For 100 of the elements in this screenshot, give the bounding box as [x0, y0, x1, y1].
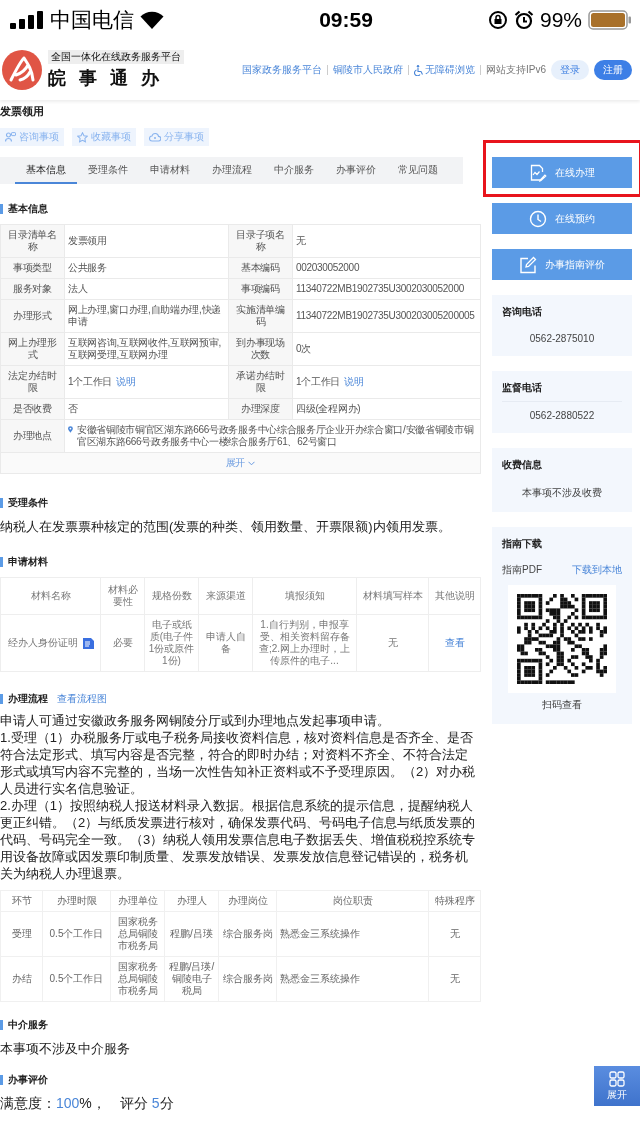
- tab[interactable]: 中介服务: [263, 157, 325, 184]
- table-cell: 无: [356, 614, 429, 672]
- table-cell: 综合服务岗: [218, 956, 277, 1002]
- table-cell: 综合服务岗: [218, 911, 277, 957]
- expand-button[interactable]: 展开: [594, 1066, 640, 1106]
- process-text: 1.受理（1）办税服务厅或电子税务局接收资料信息，核对资料信息是否齐全、是否符合法定形式、填写内容是否完整，符合的即时办结；对资料不齐全、不符合法定形式或填写内容不完整的，当场一次性告知补正资料或不予受理原因。（2）对办税人员进行实名信息验证。: [0, 729, 477, 797]
- table-cell: 必要: [100, 614, 145, 672]
- card-title: 咨询电话: [502, 305, 543, 319]
- file-label: 指南PDF: [502, 563, 542, 577]
- section-heading: 申请材料: [8, 555, 48, 569]
- section-heading: 基本信息: [8, 202, 48, 216]
- field-value: 否: [64, 398, 229, 420]
- field-value: 互联网咨询,互联网收件,互联网预审,互联网受理,互联网办理: [64, 332, 229, 366]
- page-title: 发票领用: [0, 104, 44, 118]
- battery-icon: [588, 10, 632, 30]
- section-heading: 中介服务: [8, 1018, 48, 1032]
- view-link[interactable]: 查看: [444, 637, 465, 648]
- conditions-text: 纳税人在发票票种核定的范围(发票的种类、领用数量、开票限额)内领用发票。: [0, 518, 452, 535]
- field-value: 无: [292, 224, 481, 258]
- header-link[interactable]: 铜陵市人民政府: [333, 63, 403, 77]
- column-header: 填报须知: [252, 577, 357, 615]
- chevron-down-icon: [248, 460, 256, 466]
- rating-text: 满意度：100%， 评分 5分: [0, 1095, 174, 1113]
- tab[interactable]: 受理条件: [77, 157, 139, 184]
- clock-icon: [529, 209, 547, 228]
- field-label: 办理地点: [0, 419, 65, 453]
- tab[interactable]: 申请材料: [139, 157, 201, 184]
- side-action-button[interactable]: 在线办理: [492, 157, 632, 188]
- grid-icon: [609, 1070, 625, 1087]
- tab[interactable]: 基本信息: [15, 157, 77, 184]
- field-label: 法定办结时限: [0, 365, 65, 399]
- field-value: 四级(全程网办): [292, 398, 481, 420]
- intermediary-text: 本事项不涉及中介服务: [0, 1040, 131, 1057]
- header-link[interactable]: 国家政务服务平台: [242, 63, 322, 77]
- table-cell: 0.5个工作日: [42, 911, 111, 957]
- flowchart-link[interactable]: 查看流程图: [57, 692, 107, 706]
- alarm-icon: [513, 10, 534, 30]
- table-cell: 电子或纸质(电子件1份或原件1份): [144, 614, 199, 672]
- tab[interactable]: 办事评价: [325, 157, 387, 184]
- column-header: 规格份数: [144, 577, 199, 615]
- field-value: 发票领用: [64, 224, 229, 258]
- table-cell: 熟悉金三系统操作: [276, 956, 429, 1002]
- action-chip[interactable]: 收藏事项: [72, 128, 136, 146]
- column-header: 办理单位: [110, 890, 165, 912]
- location-pin-icon: [68, 424, 73, 435]
- address-text: 安徽省铜陵市铜官区湖东路666号政务服务中心综合服务厅企业开办综合窗口/安徽省铜陵市铜官区湖东路666号政务服务中心一楼综合服务厅61、62号窗口: [76, 424, 475, 448]
- people-chat-icon: [5, 132, 16, 142]
- table-cell: 熟悉金三系统操作: [276, 911, 429, 957]
- field-label: 到办事现场次数: [228, 332, 293, 366]
- tab[interactable]: 常见问题: [387, 157, 449, 184]
- expand-link[interactable]: 展开: [225, 457, 256, 469]
- column-header: 材料名称: [0, 577, 101, 615]
- fee-text: 本事项不涉及收费: [521, 486, 603, 500]
- brand-name: 皖 事 通 办: [48, 67, 164, 90]
- login-button[interactable]: 登录: [551, 60, 589, 80]
- download-link[interactable]: 下载到本地: [572, 563, 622, 577]
- table-cell: 1.自行判别，申报享受、相关资料留存备查;2.网上办理时，上传原件的电子...: [252, 614, 357, 672]
- section-heading: 办事评价: [8, 1073, 48, 1087]
- table-cell: 程鹏/吕瑛/铜陵电子税局: [164, 956, 219, 1002]
- section-heading: 受理条件: [8, 496, 48, 510]
- tab[interactable]: 办理流程: [201, 157, 263, 184]
- section-heading: 办理流程: [8, 692, 48, 706]
- process-text: 2.办理（1）按照纳税人报送材料录入数据。根据信息系统的提示信息，提醒纳税人更正纠错。（2）与纸质发票进行核对，确保发票代码、号码电子信息与纸质发票的代码、号码完全一致。（3）纳税人领用发票信息电子数据丢失、增值税税控系统专用设备故障或因发票印制质量、发票发放错误、发票发放信息登记错误的，税务机关为纳税人办理退票。: [0, 797, 477, 882]
- edit-icon: [519, 255, 537, 274]
- header-link[interactable]: 无障碍浏览: [414, 63, 475, 77]
- table-cell: 国家税务总局铜陵市税务局: [110, 956, 165, 1002]
- explain-link[interactable]: 说明: [344, 376, 364, 387]
- column-header: 来源渠道: [198, 577, 253, 615]
- table-cell: 0.5个工作日: [42, 956, 111, 1002]
- platform-label: 全国一体化在线政务服务平台: [48, 50, 184, 64]
- column-header: 办理岗位: [218, 890, 277, 912]
- share-icon: [149, 132, 161, 142]
- side-action-button[interactable]: 在线预约: [492, 203, 632, 234]
- column-header: 环节: [0, 890, 43, 912]
- table-cell: 无: [428, 956, 481, 1002]
- table-cell: 受理: [0, 911, 43, 957]
- action-chip[interactable]: 咨询事项: [0, 128, 64, 146]
- clock-time: 09:59: [319, 8, 373, 32]
- signal-icon: [10, 11, 44, 29]
- action-chip[interactable]: 分享事项: [144, 128, 209, 146]
- side-action-button[interactable]: 办事指南评价: [492, 249, 632, 280]
- explain-link[interactable]: 说明: [116, 376, 136, 387]
- material-name: 经办人身份证明: [7, 637, 78, 649]
- field-value: 002030052000: [292, 257, 481, 279]
- field-label: 服务对象: [0, 278, 65, 300]
- card-title: 指南下载: [502, 537, 543, 551]
- star-icon: [77, 131, 88, 143]
- column-header: 办理人: [164, 890, 219, 912]
- field-value: 法人: [64, 278, 229, 300]
- field-label: 是否收费: [0, 398, 65, 420]
- qr-caption: 扫码查看: [541, 698, 583, 712]
- table-cell: 程鹏/吕瑛: [164, 911, 219, 957]
- register-button[interactable]: 注册: [594, 60, 632, 80]
- table-cell: 申请人自备: [198, 614, 253, 672]
- ipv6-note: 网站支持IPv6: [486, 63, 546, 77]
- field-label: 实施清单编码: [228, 299, 293, 333]
- field-value: 0次: [292, 332, 481, 366]
- table-cell: 国家税务总局铜陵市税务局: [110, 911, 165, 957]
- document-icon[interactable]: [82, 637, 94, 649]
- document-pen-icon: [529, 163, 547, 182]
